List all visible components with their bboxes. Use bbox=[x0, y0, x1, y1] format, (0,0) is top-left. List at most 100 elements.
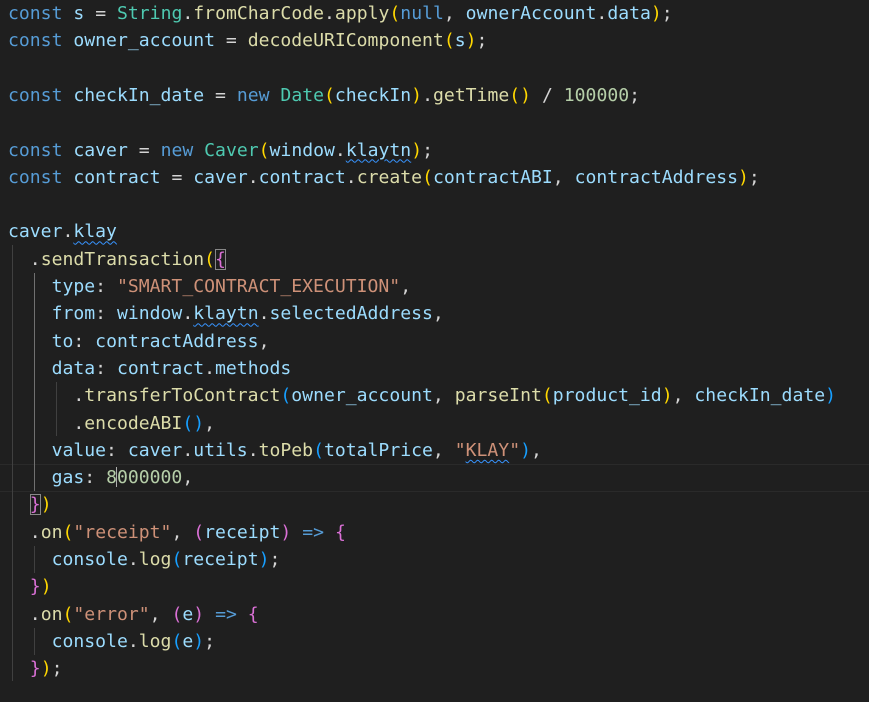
function-token: log bbox=[138, 549, 172, 570]
matched-bracket: { bbox=[215, 248, 226, 270]
function-token: log bbox=[138, 630, 172, 652]
identifier-token: selectedAddress bbox=[269, 303, 433, 325]
identifier-token: s bbox=[73, 3, 85, 24]
identifier-token: type bbox=[51, 276, 96, 297]
class-token: Date bbox=[280, 84, 324, 106]
identifier-token: e bbox=[182, 630, 194, 652]
string-token: " bbox=[454, 439, 466, 461]
identifier-token: data bbox=[51, 357, 96, 379]
function-token: sendTransaction bbox=[40, 248, 205, 270]
code-line-19[interactable]: }) bbox=[8, 491, 52, 518]
identifier-token: checkIn_date bbox=[73, 84, 205, 106]
identifier-token: checkIn bbox=[334, 84, 412, 106]
keyword-token: const bbox=[8, 84, 63, 106]
string-token: "error" bbox=[73, 603, 150, 625]
spell-warning-token[interactable]: klaytn bbox=[193, 303, 258, 324]
identifier-token: ownerAccount bbox=[465, 3, 597, 24]
identifier-token: contractAddress bbox=[574, 166, 738, 188]
identifier-token: methods bbox=[215, 357, 292, 379]
function-token: on bbox=[40, 521, 63, 543]
code-line-24[interactable]: console.log(e); bbox=[8, 628, 215, 655]
identifier-token: gas bbox=[51, 467, 85, 489]
code-line-10[interactable]: .sendTransaction({ bbox=[8, 246, 226, 273]
keyword-token: const bbox=[8, 166, 63, 188]
identifier-token: console bbox=[51, 549, 128, 570]
identifier-token: window bbox=[269, 139, 335, 161]
spell-warning-token[interactable]: klaytn bbox=[346, 140, 411, 161]
code-line-23[interactable]: .on("error", (e) => { bbox=[8, 601, 259, 628]
identifier-token: receipt bbox=[182, 549, 259, 570]
function-token: apply bbox=[334, 3, 390, 24]
string-token: " bbox=[509, 439, 521, 461]
identifier-token: value bbox=[51, 439, 107, 461]
identifier-token: caver bbox=[193, 166, 248, 188]
identifier-token: owner_account bbox=[291, 385, 433, 407]
code-line-13[interactable]: to: contractAddress, bbox=[8, 328, 270, 355]
keyword-token: => bbox=[302, 521, 325, 543]
identifier-token: contract bbox=[73, 166, 161, 188]
identifier-token: to bbox=[51, 330, 74, 352]
spell-warning-token[interactable]: klay bbox=[73, 221, 117, 242]
identifier-token: contractAddress bbox=[95, 330, 259, 352]
function-token: fromCharCode bbox=[193, 3, 325, 24]
code-line-15[interactable]: .transferToContract(owner_account, parse… bbox=[8, 382, 836, 409]
function-token: toPeb bbox=[258, 439, 314, 461]
code-line-6[interactable]: const caver = new Caver(window.klaytn); bbox=[8, 137, 433, 164]
keyword-token: => bbox=[215, 603, 237, 625]
class-token: String bbox=[117, 3, 183, 24]
identifier-token: contractABI bbox=[432, 166, 553, 188]
function-token: getTime bbox=[432, 84, 510, 106]
keyword-token: const bbox=[8, 30, 63, 52]
identifier-token: caver bbox=[8, 221, 63, 243]
identifier-token: window bbox=[116, 303, 183, 325]
identifier-token: receipt bbox=[204, 521, 281, 543]
string-token: "SMART_CONTRACT_EXECUTION" bbox=[116, 276, 401, 297]
string-token: "receipt" bbox=[73, 521, 172, 543]
keyword-token: new bbox=[160, 139, 194, 161]
function-token: parseInt bbox=[454, 385, 542, 407]
code-line-20[interactable]: .on("receipt", (receipt) => { bbox=[8, 519, 346, 546]
identifier-token: contract bbox=[116, 357, 205, 379]
code-line-4[interactable]: const checkIn_date = new Date(checkIn).g… bbox=[8, 82, 640, 109]
code-line-21[interactable]: console.log(receipt); bbox=[8, 546, 281, 573]
identifier-token: s bbox=[454, 30, 466, 52]
class-token: Caver bbox=[204, 139, 259, 161]
identifier-token: contract bbox=[258, 166, 346, 188]
code-editor[interactable]: const s = String.fromCharCode.apply(null… bbox=[0, 0, 869, 702]
code-line-9[interactable]: caver.klay bbox=[8, 218, 117, 245]
code-line-1[interactable]: const s = String.fromCharCode.apply(null… bbox=[8, 0, 673, 27]
number-token: 8 bbox=[106, 467, 117, 489]
code-line-14[interactable]: data: contract.methods bbox=[8, 355, 292, 382]
identifier-token: checkIn_date bbox=[694, 385, 826, 407]
keyword-token: const bbox=[8, 139, 63, 161]
identifier-token: e bbox=[182, 603, 194, 625]
code-line-18[interactable]: gas: 8000000, bbox=[8, 464, 193, 491]
function-token: decodeURIComponent bbox=[247, 30, 444, 52]
spell-warning-token[interactable]: KLAY bbox=[466, 440, 510, 461]
code-line-12[interactable]: from: window.klaytn.selectedAddress, bbox=[8, 300, 444, 327]
number-token: 100000 bbox=[563, 84, 630, 106]
identifier-token: caver bbox=[73, 139, 128, 161]
keyword-token: const bbox=[8, 3, 63, 24]
identifier-token: utils bbox=[193, 439, 248, 461]
identifier-token: product_id bbox=[552, 385, 662, 407]
code-line-17[interactable]: value: caver.utils.toPeb(totalPrice, "KL… bbox=[8, 437, 542, 464]
number-token: 000000 bbox=[116, 467, 183, 489]
matched-bracket: } bbox=[29, 494, 41, 516]
identifier-token: from bbox=[51, 303, 96, 325]
code-line-22[interactable]: }) bbox=[8, 573, 52, 600]
identifier-token: console bbox=[51, 630, 128, 652]
code-line-2[interactable]: const owner_account = decodeURIComponent… bbox=[8, 27, 487, 54]
keyword-token: null bbox=[400, 3, 444, 24]
identifier-token: owner_account bbox=[73, 30, 215, 52]
function-token: encodeABI bbox=[84, 412, 183, 434]
code-line-7[interactable]: const contract = caver.contract.create(c… bbox=[8, 164, 760, 191]
identifier-token: totalPrice bbox=[323, 439, 433, 461]
code-line-16[interactable]: .encodeABI(), bbox=[8, 410, 215, 437]
function-token: on bbox=[40, 603, 63, 625]
function-token: create bbox=[356, 166, 423, 188]
identifier-token: caver bbox=[127, 439, 183, 461]
code-line-11[interactable]: type: "SMART_CONTRACT_EXECUTION", bbox=[8, 273, 412, 300]
code-line-25[interactable]: }); bbox=[8, 655, 63, 682]
function-token: transferToContract bbox=[84, 385, 281, 407]
